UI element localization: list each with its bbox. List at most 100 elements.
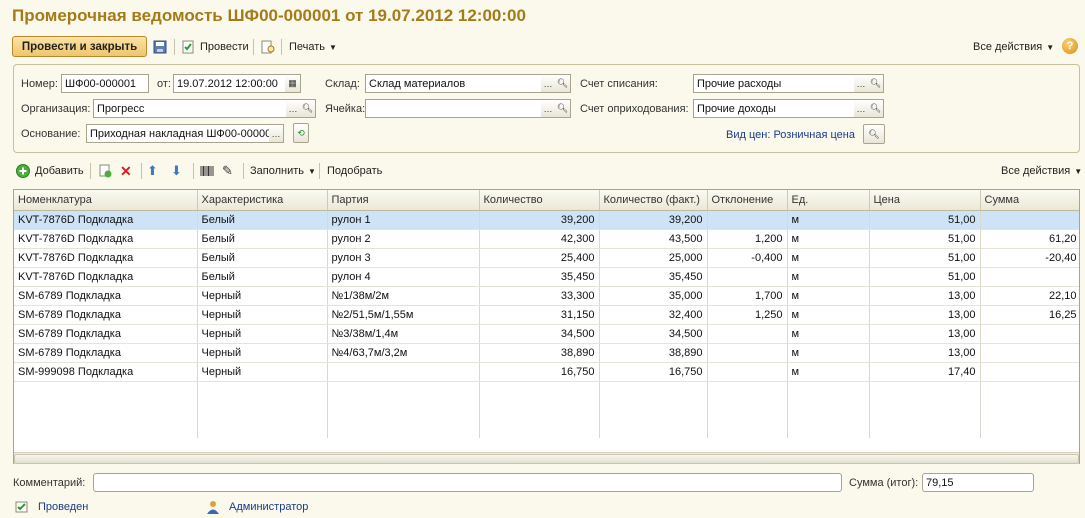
table-row[interactable]: KVT-7876D Подкладка Белый рулон 1 39,200 39,…: [14, 210, 1079, 230]
column-header[interactable]: Партия: [327, 190, 480, 211]
table-cell[interactable]: 13,00: [869, 324, 981, 344]
table-cell[interactable]: KVT-7876D Подкладка: [14, 229, 198, 249]
table-cell[interactable]: м: [787, 286, 870, 306]
goods-table[interactable]: Номенклатура Характеристика Партия Количест…: [13, 189, 1080, 464]
add-row-button[interactable]: Добавить: [15, 162, 84, 180]
table-cell[interactable]: 16,25: [980, 305, 1079, 325]
table-row[interactable]: SM-999098 Подкладка Черный 16,750 16,750 м 17…: [14, 362, 1079, 382]
table-cell[interactable]: [707, 324, 788, 344]
table-cell[interactable]: KVT-7876D Подкладка: [14, 267, 198, 287]
table-cell[interactable]: м: [787, 267, 870, 287]
cell-select-button[interactable]: …: [541, 99, 556, 118]
column-header[interactable]: Ед.: [787, 190, 870, 211]
column-header[interactable]: Количество (факт.): [599, 190, 708, 211]
table-cell[interactable]: [980, 267, 1079, 287]
move-down-button[interactable]: ⬇: [171, 162, 182, 180]
column-header[interactable]: Цена: [869, 190, 981, 211]
table-cell[interactable]: 34,500: [599, 324, 708, 344]
organization-select-button[interactable]: …: [286, 99, 301, 118]
column-header[interactable]: Номенклатура: [14, 190, 198, 211]
table-cell[interactable]: 22,10: [980, 286, 1079, 306]
table-cell[interactable]: 35,450: [599, 267, 708, 287]
table-cell[interactable]: 1,200: [707, 229, 788, 249]
all-actions-menu[interactable]: Все действия ▼: [973, 38, 1054, 56]
table-cell[interactable]: 16,750: [479, 362, 600, 382]
table-cell[interactable]: Черный: [197, 305, 328, 325]
fill-menu-button[interactable]: Заполнить ▼: [250, 162, 316, 180]
table-cell[interactable]: 33,300: [479, 286, 600, 306]
table-cell[interactable]: 17,40: [869, 362, 981, 382]
barcode-button[interactable]: [199, 162, 215, 180]
table-row[interactable]: SM-6789 Подкладка Черный №2/51,5м/1,55м 31,…: [14, 305, 1079, 325]
table-cell[interactable]: -0,400: [707, 248, 788, 268]
save-button[interactable]: [152, 38, 168, 56]
table-cell[interactable]: 13,00: [869, 305, 981, 325]
post-button[interactable]: Провести: [180, 38, 249, 56]
table-cell[interactable]: KVT-7876D Подкладка: [14, 210, 198, 230]
table-cell[interactable]: №4/63,7м/3,2м: [327, 343, 480, 363]
table-cell[interactable]: SM-6789 Подкладка: [14, 343, 198, 363]
table-cell[interactable]: SM-6789 Подкладка: [14, 305, 198, 325]
table-cell[interactable]: 13,00: [869, 343, 981, 363]
print-menu-button[interactable]: Печать ▼: [289, 38, 337, 56]
table-cell[interactable]: [707, 210, 788, 230]
table-cell[interactable]: рулон 3: [327, 248, 480, 268]
cell-field[interactable]: [365, 99, 542, 118]
column-header[interactable]: Количество: [479, 190, 600, 211]
warehouse-select-button[interactable]: …: [541, 74, 556, 93]
table-row[interactable]: KVT-7876D Подкладка Белый рулон 2 42,300 43,…: [14, 229, 1079, 249]
table-cell[interactable]: KVT-7876D Подкладка: [14, 248, 198, 268]
organization-open-button[interactable]: 🔍︎: [300, 99, 316, 118]
table-cell[interactable]: 51,00: [869, 267, 981, 287]
table-cell[interactable]: Белый: [197, 267, 328, 287]
table-cell[interactable]: 1,700: [707, 286, 788, 306]
fill-from-basis-button[interactable]: ⟲: [293, 123, 309, 143]
table-cell[interactable]: рулон 4: [327, 267, 480, 287]
table-cell[interactable]: №2/51,5м/1,55м: [327, 305, 480, 325]
table-cell[interactable]: м: [787, 248, 870, 268]
basis-field[interactable]: Приходная накладная ШФ00-000001: [86, 124, 270, 143]
column-header[interactable]: Сумма: [980, 190, 1079, 211]
table-cell[interactable]: №1/38м/2м: [327, 286, 480, 306]
column-header[interactable]: Характеристика: [197, 190, 328, 211]
basis-select-button[interactable]: …: [269, 124, 284, 143]
copy-row-button[interactable]: [97, 162, 113, 180]
table-body[interactable]: KVT-7876D Подкладка Белый рулон 1 39,200 39,…: [14, 210, 1079, 438]
table-cell[interactable]: 25,000: [599, 248, 708, 268]
table-cell[interactable]: Белый: [197, 248, 328, 268]
table-cell[interactable]: -20,40: [980, 248, 1079, 268]
table-cell[interactable]: №3/38м/1,4м: [327, 324, 480, 344]
table-cell[interactable]: [980, 362, 1079, 382]
table-cell[interactable]: Черный: [197, 286, 328, 306]
table-cell[interactable]: рулон 2: [327, 229, 480, 249]
table-cell[interactable]: 61,20: [980, 229, 1079, 249]
table-cell[interactable]: Черный: [197, 343, 328, 363]
table-cell[interactable]: [980, 324, 1079, 344]
table-cell[interactable]: 51,00: [869, 248, 981, 268]
table-cell[interactable]: 43,500: [599, 229, 708, 249]
table-cell[interactable]: [707, 267, 788, 287]
table-cell[interactable]: 39,200: [599, 210, 708, 230]
table-cell[interactable]: м: [787, 229, 870, 249]
table-cell[interactable]: Белый: [197, 210, 328, 230]
scrollbar-thumb[interactable]: [14, 454, 1079, 464]
delete-row-button[interactable]: ✕: [120, 162, 132, 180]
table-cell[interactable]: 25,400: [479, 248, 600, 268]
pick-button[interactable]: Подобрать: [327, 162, 382, 180]
column-header[interactable]: Отклонение: [707, 190, 788, 211]
date-field[interactable]: 19.07.2012 12:00:00: [173, 74, 286, 93]
move-up-button[interactable]: ⬆: [147, 162, 158, 180]
writeoff-open-button[interactable]: 🔍︎: [868, 74, 884, 93]
table-cell[interactable]: 1,250: [707, 305, 788, 325]
table-cell[interactable]: 39,200: [479, 210, 600, 230]
receipt-open-button[interactable]: 🔍︎: [868, 99, 884, 118]
table-cell[interactable]: 51,00: [869, 210, 981, 230]
table-row[interactable]: SM-6789 Подкладка Черный №1/38м/2м 33,300 35…: [14, 286, 1079, 306]
table-cell[interactable]: [980, 343, 1079, 363]
table-row[interactable]: KVT-7876D Подкладка Белый рулон 4 35,450 35,…: [14, 267, 1079, 287]
table-cell[interactable]: м: [787, 305, 870, 325]
table-cell[interactable]: Белый: [197, 229, 328, 249]
table-cell[interactable]: SM-6789 Подкладка: [14, 324, 198, 344]
table-cell[interactable]: 13,00: [869, 286, 981, 306]
table-cell[interactable]: 38,890: [479, 343, 600, 363]
